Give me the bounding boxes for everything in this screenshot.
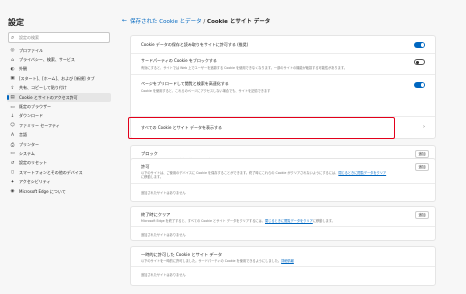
lock-icon: ⌂	[11, 57, 14, 63]
sidebar-item-download[interactable]: ↓ ダウンロード	[7, 112, 111, 121]
block-third-party-toggle[interactable]	[414, 59, 425, 65]
sidebar-item-reset[interactable]: ↺ 設定のリセット	[7, 159, 111, 168]
divider	[131, 226, 435, 227]
breadcrumb: 保存された Cookie とデータ / Cookie とサイト データ	[130, 17, 270, 25]
sidebar-item-label: 共有、コピーして貼り付け	[19, 85, 67, 91]
sidebar-item-language[interactable]: A 言語	[7, 131, 111, 140]
clear-on-exit-link[interactable]: 閉じるときに閲覧データをクリア	[265, 219, 313, 223]
sidebar-item-label: 設定のリセット	[19, 160, 47, 166]
sidebar-item-lock[interactable]: ⌂ プライバシー、検索、サービス	[7, 55, 111, 64]
allow-section: 許可 以下のサイトは、ご使用のデバイスに Cookie を保存することができます…	[130, 158, 436, 202]
family-icon: ☺	[10, 123, 15, 129]
add-block-button[interactable]: 追加	[415, 150, 429, 158]
settings-sidebar: 設定 ⌕ 設定の検索 ◎ プロファイル ⌂ プライバシー、検索、サービス ◐ 外観 ▣ [スタ…	[0, 0, 118, 294]
setting-description: Cookie を使用すると、これらのページにアクセスしない場合でも、サイトを記憶…	[141, 89, 271, 93]
sidebar-item-label: スマートフォンとその他のデバイス	[19, 169, 83, 175]
divider	[131, 183, 435, 184]
exit-desc-text-end: に移動します。	[312, 219, 335, 223]
allow-desc-text: 以下のサイトは、ご使用のデバイスに Cookie を保存することができます。終了…	[141, 171, 339, 175]
sidebar-item-appearance[interactable]: ◐ 外観	[7, 65, 111, 74]
setting-row-preload: ページをプリロードして閲覧と検索を高速化する Cookie を使用すると、これら…	[141, 81, 425, 93]
search-placeholder: 設定の検索	[19, 35, 39, 40]
sidebar-item-printer[interactable]: ⎙ プリンター	[7, 140, 111, 149]
empty-list-text: 追加されたサイトはありません	[141, 273, 186, 277]
sidebar-item-label: Cookie とサイトのアクセス許可	[19, 94, 78, 100]
main-content: ← 保存された Cookie とデータ / Cookie とサイト データ Co…	[122, 0, 466, 294]
clear-on-exit-section: 終了時にクリア Microsoft Edge を終了すると、すべての Cooki…	[130, 206, 436, 241]
cookies-icon: ▤	[10, 95, 15, 101]
sidebar-item-label: ファミリー セーフティ	[19, 122, 60, 128]
settings-title: 設定	[8, 18, 24, 27]
default-browser-icon: ▭	[10, 104, 15, 110]
divider	[131, 74, 435, 75]
setting-title: サードパーティの Cookie をブロックする	[141, 58, 217, 63]
sidebar-item-label: 言語	[19, 132, 27, 138]
chevron-right-icon: ›	[423, 124, 425, 130]
sidebar-item-label: プリンター	[19, 141, 39, 147]
sidebar-item-share[interactable]: ⇪ 共有、コピーして貼り付け	[7, 84, 111, 93]
divider	[131, 266, 435, 267]
start-page-icon: ▣	[10, 76, 15, 82]
empty-list-text: 追加されたサイトはありません	[141, 233, 186, 237]
clear-on-exit-link[interactable]: 閉じるときに閲覧データをクリア	[338, 171, 386, 175]
sidebar-item-start-page[interactable]: ▣ [スタート]、[ホーム]、および [新規] タブ	[7, 74, 111, 83]
sidebar-item-family[interactable]: ☺ ファミリー セーフティ	[7, 121, 111, 130]
search-input[interactable]: ⌕ 設定の検索	[8, 32, 110, 43]
sidebar-item-label: プロファイル	[19, 47, 43, 53]
setting-title: ページをプリロードして閲覧と検索を高速化する	[141, 81, 229, 86]
highlight-box	[128, 117, 395, 139]
sidebar-item-profile[interactable]: ◎ プロファイル	[7, 46, 111, 55]
download-icon: ↓	[10, 113, 15, 119]
search-icon: ⌕	[11, 34, 15, 41]
add-clear-on-exit-button[interactable]: 追加	[415, 211, 429, 219]
share-icon: ⇪	[10, 85, 15, 91]
section-description: 以下のサイトは、ご使用のデバイスに Cookie を保存することができます。終了…	[141, 170, 386, 175]
setting-title: Cookie データの保存と読み取りをサイトに許可する (推奨)	[141, 42, 249, 47]
exit-desc-text: Microsoft Edge を終了すると、すべての Cookie とサイト デ…	[141, 219, 265, 223]
sidebar-item-system[interactable]: ▭ システム	[7, 149, 111, 158]
preload-toggle[interactable]	[414, 82, 425, 88]
sidebar-item-label: Microsoft Edge について	[19, 188, 66, 194]
sidebar-item-label: システム	[19, 150, 35, 156]
appearance-icon: ◐	[10, 66, 15, 72]
breadcrumb-link[interactable]: 保存された Cookie とデータ	[130, 19, 202, 25]
sidebar-item-default-browser[interactable]: ▭ 既定のブラウザー	[7, 102, 111, 111]
temp-desc-text: 以下のサイトを一時的に許可しました。サードパーティの Cookie を使用できる…	[141, 259, 282, 263]
section-description: 以下のサイトを一時的に許可しました。サードパーティの Cookie を使用できる…	[141, 258, 294, 263]
system-icon: ▭	[10, 151, 15, 157]
accessibility-icon: ✦	[10, 179, 15, 185]
phone-icon: ▯	[11, 170, 14, 176]
sidebar-item-phone[interactable]: ▯ スマートフォンとその他のデバイス	[7, 168, 111, 177]
section-description-cont: に移動します。	[141, 175, 163, 179]
profile-icon: ◎	[10, 48, 15, 54]
temporarily-allowed-section: 一時的に許可した Cookie とサイト データ 以下のサイトを一時的に許可しま…	[130, 246, 436, 286]
setting-description: 有効にすると、サイトでは Web 上でユーザーを追跡する Cookie を使用で…	[141, 66, 347, 70]
sidebar-item-cookies[interactable]: ▤ Cookie とサイトのアクセス許可	[7, 92, 111, 103]
add-allow-button[interactable]: 追加	[415, 163, 429, 171]
sidebar-item-label: ダウンロード	[19, 113, 43, 119]
sidebar-item-accessibility[interactable]: ✦ アクセシビリティ	[7, 177, 111, 186]
page-title: Cookie とサイト データ	[207, 19, 271, 25]
printer-icon: ⎙	[10, 142, 15, 148]
sidebar-item-label: アクセシビリティ	[19, 179, 51, 185]
reset-icon: ↺	[10, 160, 15, 166]
sidebar-item-label: 既定のブラウザー	[19, 104, 51, 110]
learn-more-link[interactable]: 詳細情報	[281, 259, 294, 263]
back-arrow-icon[interactable]: ←	[122, 17, 127, 24]
sidebar-item-label: 外観	[19, 66, 27, 72]
sidebar-nav: ◎ プロファイル ⌂ プライバシー、検索、サービス ◐ 外観 ▣ [スタート]、[ホーム]、お…	[7, 46, 111, 196]
sidebar-item-label: プライバシー、検索、サービス	[19, 57, 75, 63]
language-icon: A	[10, 132, 15, 138]
section-description: Microsoft Edge を終了すると、すべての Cookie とサイト デ…	[141, 218, 335, 223]
allow-cookies-toggle[interactable]	[414, 42, 425, 48]
setting-row-block-third-party: サードパーティの Cookie をブロックする 有効にすると、サイトでは Web…	[141, 58, 425, 70]
edge-icon: ◉	[10, 189, 15, 195]
sidebar-item-edge[interactable]: ◉ Microsoft Edge について	[7, 187, 111, 196]
setting-row-allow-cookies: Cookie データの保存と読み取りをサイトに許可する (推奨)	[141, 42, 425, 50]
divider	[131, 53, 435, 54]
sidebar-item-label: [スタート]、[ホーム]、および [新規] タブ	[19, 75, 95, 81]
empty-list-text: 追加されたサイトはありません	[141, 191, 186, 195]
